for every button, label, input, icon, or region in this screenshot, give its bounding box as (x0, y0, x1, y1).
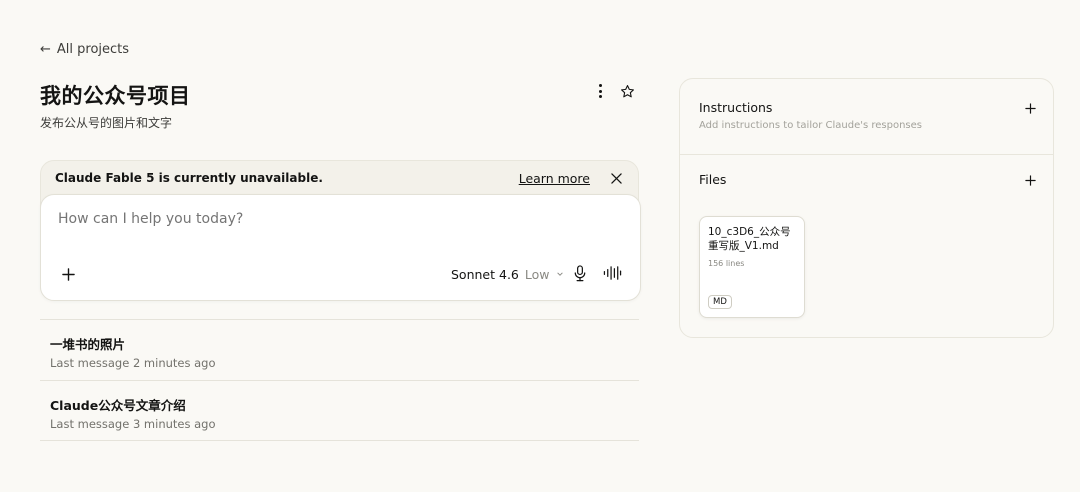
microphone-icon (574, 265, 586, 282)
back-to-all-projects-link[interactable]: ← All projects (40, 42, 129, 57)
conversation-timestamp: Last message 2 minutes ago (50, 356, 216, 370)
project-knowledge-panel: Instructions Add instructions to tailor … (679, 78, 1054, 338)
banner-message: Claude Fable 5 is currently unavailable. (55, 171, 323, 185)
project-title: 我的公众号项目 (40, 84, 191, 108)
file-name: 10_c3D6_公众号重写版_V1.md (708, 226, 791, 252)
voice-dictation-button[interactable] (573, 265, 589, 283)
chevron-down-icon (556, 272, 563, 276)
dismiss-banner-button[interactable] (608, 170, 624, 186)
conversation-list: 一堆书的照片 Last message 2 minutes ago Claude… (40, 319, 639, 441)
more-vertical-icon (598, 84, 602, 87)
voice-mode-button[interactable] (603, 265, 623, 283)
plus-icon (1024, 102, 1036, 114)
unavailable-banner: Claude Fable 5 is currently unavailable.… (41, 161, 638, 195)
favorite-button[interactable] (616, 80, 638, 102)
conversation-title: Claude公众号文章介绍 (50, 398, 186, 413)
instructions-section: Instructions Add instructions to tailor … (680, 79, 1053, 155)
model-selector[interactable]: Sonnet 4.6 Low (451, 265, 564, 283)
add-attachment-button[interactable] (59, 265, 77, 283)
more-options-button[interactable] (590, 80, 610, 102)
plus-icon (1024, 174, 1036, 186)
model-name: Sonnet 4.6 (451, 266, 519, 282)
arrow-left-icon: ← (40, 42, 51, 57)
effort-level: Low (524, 266, 550, 282)
message-composer: Sonnet 4.6 Low (40, 194, 641, 301)
file-line-count: 156 lines (708, 259, 745, 268)
plus-icon (61, 267, 75, 281)
back-link-label: All projects (56, 42, 130, 57)
waveform-icon (603, 266, 622, 280)
add-file-button[interactable] (1023, 173, 1037, 187)
conversation-row[interactable]: 一堆书的照片 Last message 2 minutes ago (40, 319, 639, 380)
star-icon (620, 84, 634, 97)
message-input[interactable] (58, 211, 618, 227)
file-type-badge: MD (708, 295, 732, 309)
conversation-row[interactable]: Claude公众号文章介绍 Last message 3 minutes ago (40, 380, 639, 441)
instructions-heading: Instructions (699, 100, 773, 115)
file-card[interactable]: 10_c3D6_公众号重写版_V1.md 156 lines MD (699, 216, 805, 318)
conversation-title: 一堆书的照片 (50, 337, 126, 352)
files-heading: Files (699, 172, 727, 187)
add-instructions-button[interactable] (1023, 101, 1037, 115)
composer-container: Claude Fable 5 is currently unavailable.… (40, 160, 641, 301)
close-icon (610, 172, 622, 184)
conversation-timestamp: Last message 3 minutes ago (50, 417, 216, 431)
learn-more-link[interactable]: Learn more (519, 171, 590, 186)
instructions-hint: Add instructions to tailor Claude's resp… (699, 120, 923, 131)
project-description: 发布公从号的图片和文字 (40, 116, 173, 130)
